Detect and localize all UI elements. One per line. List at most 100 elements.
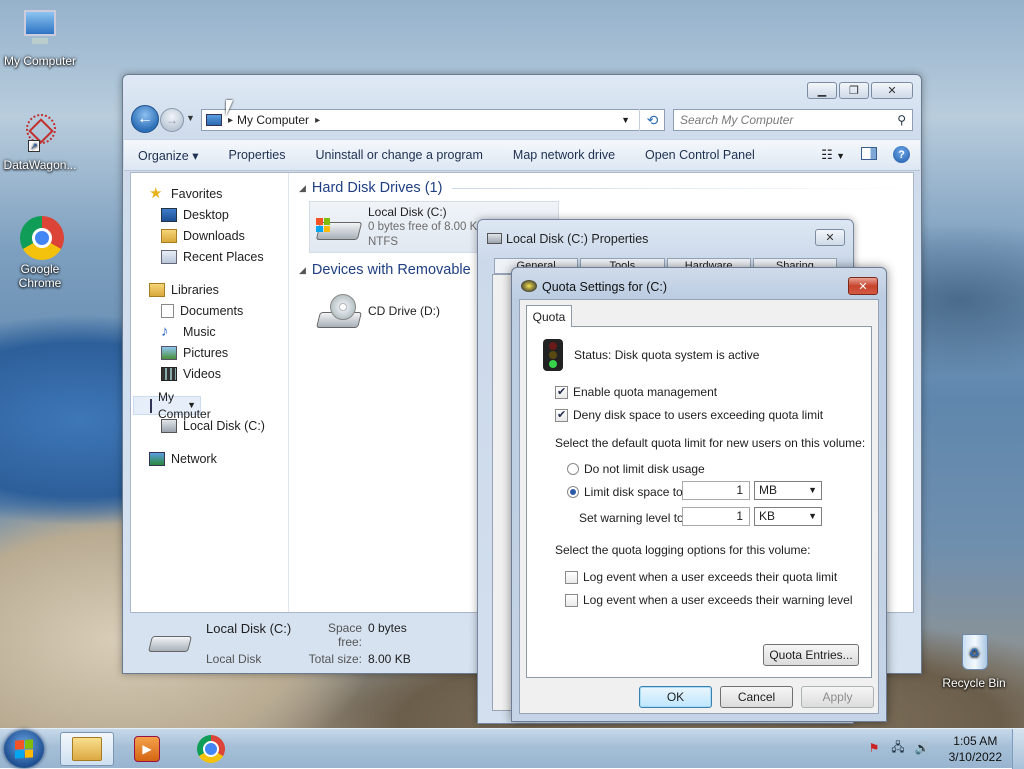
taskbar-chrome[interactable] — [184, 732, 238, 766]
close-icon: ✕ — [887, 85, 897, 97]
minimize-icon: ▁ — [817, 85, 827, 97]
radio-unselected-icon — [567, 463, 579, 475]
quota-settings-dialog: Quota Settings for (C:) ✕ Quota Status: … — [511, 267, 887, 722]
nav-item-desktop[interactable]: Desktop — [131, 204, 288, 225]
music-note-icon: ♪ — [161, 322, 169, 340]
nav-item-documents[interactable]: Documents — [131, 300, 288, 321]
taskbar-explorer[interactable] — [60, 732, 114, 766]
traffic-light-icon — [543, 339, 563, 371]
nav-item-recent-places[interactable]: Recent Places — [131, 246, 288, 267]
warning-value-group: 1 KB — [682, 507, 822, 526]
back-button[interactable]: ← — [131, 105, 159, 133]
close-button[interactable]: ✕ — [871, 82, 913, 99]
no-limit-radio[interactable]: Do not limit disk usage — [567, 462, 705, 476]
change-view-button[interactable]: ☷ ▼ — [821, 147, 845, 163]
media-player-icon: ▶ — [134, 736, 160, 762]
maximize-button[interactable]: ❐ — [839, 82, 869, 99]
quota-close-button[interactable]: ✕ — [848, 277, 878, 295]
log-warning-level-checkbox[interactable]: Log event when a user exceeds their warn… — [565, 593, 853, 607]
clock-date: 3/10/2022 — [948, 750, 1002, 764]
nav-item-pictures[interactable]: Pictures — [131, 342, 288, 363]
navigation-pane: ★ Favorites Desktop Downloads Recent Pla… — [131, 173, 289, 612]
total-size-value: 8.00 KB — [368, 651, 411, 666]
nav-item-favorites[interactable]: ★ Favorites — [131, 183, 288, 204]
drive-properties-icon — [487, 233, 502, 244]
volume-icon[interactable]: 🔊 — [914, 741, 930, 755]
start-button[interactable] — [4, 730, 44, 768]
group-header-hard-disk-drives[interactable]: ◢ Hard Disk Drives (1) — [299, 175, 913, 201]
warning-value-input[interactable]: 1 — [682, 507, 750, 526]
properties-button[interactable]: Properties — [228, 148, 285, 162]
network-tray-icon[interactable]: 🖧 — [890, 740, 906, 755]
collapse-triangle-icon: ◢ — [299, 182, 306, 193]
nav-item-my-computer[interactable]: My Computer — [133, 390, 211, 421]
window-controls: ▁ ❐ ✕ — [807, 82, 913, 99]
arrow-left-icon: ← — [137, 110, 153, 127]
search-input[interactable]: Search My Computer ⚲ — [673, 109, 913, 131]
action-center-flag-icon[interactable]: ⚑ — [866, 741, 882, 755]
address-dropdown-icon[interactable]: ▼ — [621, 115, 630, 125]
breadcrumb-separator-icon[interactable]: ▸ — [228, 115, 233, 126]
limit-unit-select[interactable]: MB — [754, 481, 822, 500]
ok-button[interactable]: OK — [639, 686, 712, 708]
desktop-icon-label: Recycle Bin — [942, 676, 1006, 690]
refresh-icon: ⟲ — [646, 111, 659, 128]
desktop: My Computer ↗ DataWagon... Google Chrome… — [0, 0, 1024, 728]
quota-icon — [521, 280, 537, 292]
help-icon[interactable]: ? — [893, 146, 910, 163]
search-icon[interactable]: ⚲ — [897, 113, 906, 127]
recent-pages-dropdown[interactable]: ▼ — [186, 113, 195, 123]
desktop-icon-my-computer[interactable]: My Computer — [0, 8, 80, 68]
nav-item-libraries[interactable]: Libraries — [131, 279, 288, 300]
radio-selected-icon — [567, 486, 579, 498]
nav-item-downloads[interactable]: Downloads — [131, 225, 288, 246]
properties-close-button[interactable]: ✕ — [815, 229, 845, 246]
details-drive-name: Local Disk (C:) — [206, 620, 292, 636]
view-options-icon: ☷ — [821, 146, 833, 162]
enable-quota-checkbox[interactable]: Enable quota management — [555, 385, 717, 399]
nav-item-videos[interactable]: Videos — [131, 363, 288, 384]
minimize-button[interactable]: ▁ — [807, 82, 837, 99]
map-network-drive-button[interactable]: Map network drive — [513, 148, 615, 162]
quota-status: Status: Disk quota system is active — [574, 348, 759, 362]
breadcrumb-chevron-icon[interactable]: ▸ — [315, 115, 320, 126]
details-drive-type: Local Disk — [206, 651, 262, 666]
breadcrumb-my-computer[interactable]: My Computer — [237, 113, 309, 127]
limit-disk-space-radio[interactable]: Limit disk space to — [567, 485, 683, 499]
desktop-icon-google-chrome[interactable]: Google Chrome — [0, 216, 80, 290]
show-desktop-button[interactable] — [1012, 729, 1024, 769]
nav-item-music[interactable]: ♪ Music — [131, 321, 288, 342]
pictures-icon — [161, 345, 177, 360]
mouse-cursor-icon — [226, 100, 233, 116]
open-control-panel-button[interactable]: Open Control Panel — [645, 148, 755, 162]
uninstall-program-button[interactable]: Uninstall or change a program — [315, 148, 482, 162]
warning-unit-select[interactable]: KB — [754, 507, 822, 526]
desktop-icon-label: My Computer — [3, 54, 77, 68]
status-label: Status: — [574, 348, 612, 362]
log-quota-limit-checkbox[interactable]: Log event when a user exceeds their quot… — [565, 570, 837, 584]
taskbar-media-player[interactable]: ▶ — [120, 732, 174, 766]
windows-logo-icon — [15, 739, 33, 759]
restore-icon: ❐ — [849, 85, 859, 97]
drive-file-system: NTFS — [368, 235, 399, 248]
tab-quota[interactable]: Quota — [526, 305, 572, 327]
apply-button[interactable]: Apply — [801, 686, 874, 708]
checkbox-unchecked-icon — [565, 570, 578, 584]
refresh-button[interactable]: ⟲ — [639, 109, 665, 131]
taskbar: ▶ ⚑ 🖧 🔊 1:05 AM 3/10/2022 — [0, 728, 1024, 769]
deny-disk-space-checkbox[interactable]: Deny disk space to users exceeding quota… — [555, 408, 823, 422]
address-bar[interactable]: ▸ My Computer ▸ ▼ — [201, 109, 665, 131]
organize-button[interactable]: Organize ▾ — [138, 148, 198, 163]
quota-entries-button[interactable]: Quota Entries... — [763, 644, 859, 666]
search-placeholder: Search My Computer — [680, 113, 794, 127]
limit-value-input[interactable]: 1 — [682, 481, 750, 500]
forward-button[interactable]: → — [160, 108, 184, 132]
system-clock[interactable]: 1:05 AM 3/10/2022 — [949, 733, 1002, 765]
desktop-icon-datawagon[interactable]: ↗ DataWagon... — [0, 112, 80, 172]
computer-icon — [206, 114, 222, 126]
desktop-icon-recycle-bin[interactable]: ♻ Recycle Bin — [934, 630, 1014, 690]
cancel-button[interactable]: Cancel — [720, 686, 793, 708]
preview-pane-button[interactable] — [861, 146, 877, 163]
nav-item-network[interactable]: Network — [131, 448, 288, 469]
desktop-icon-label: Google Chrome — [18, 262, 62, 290]
